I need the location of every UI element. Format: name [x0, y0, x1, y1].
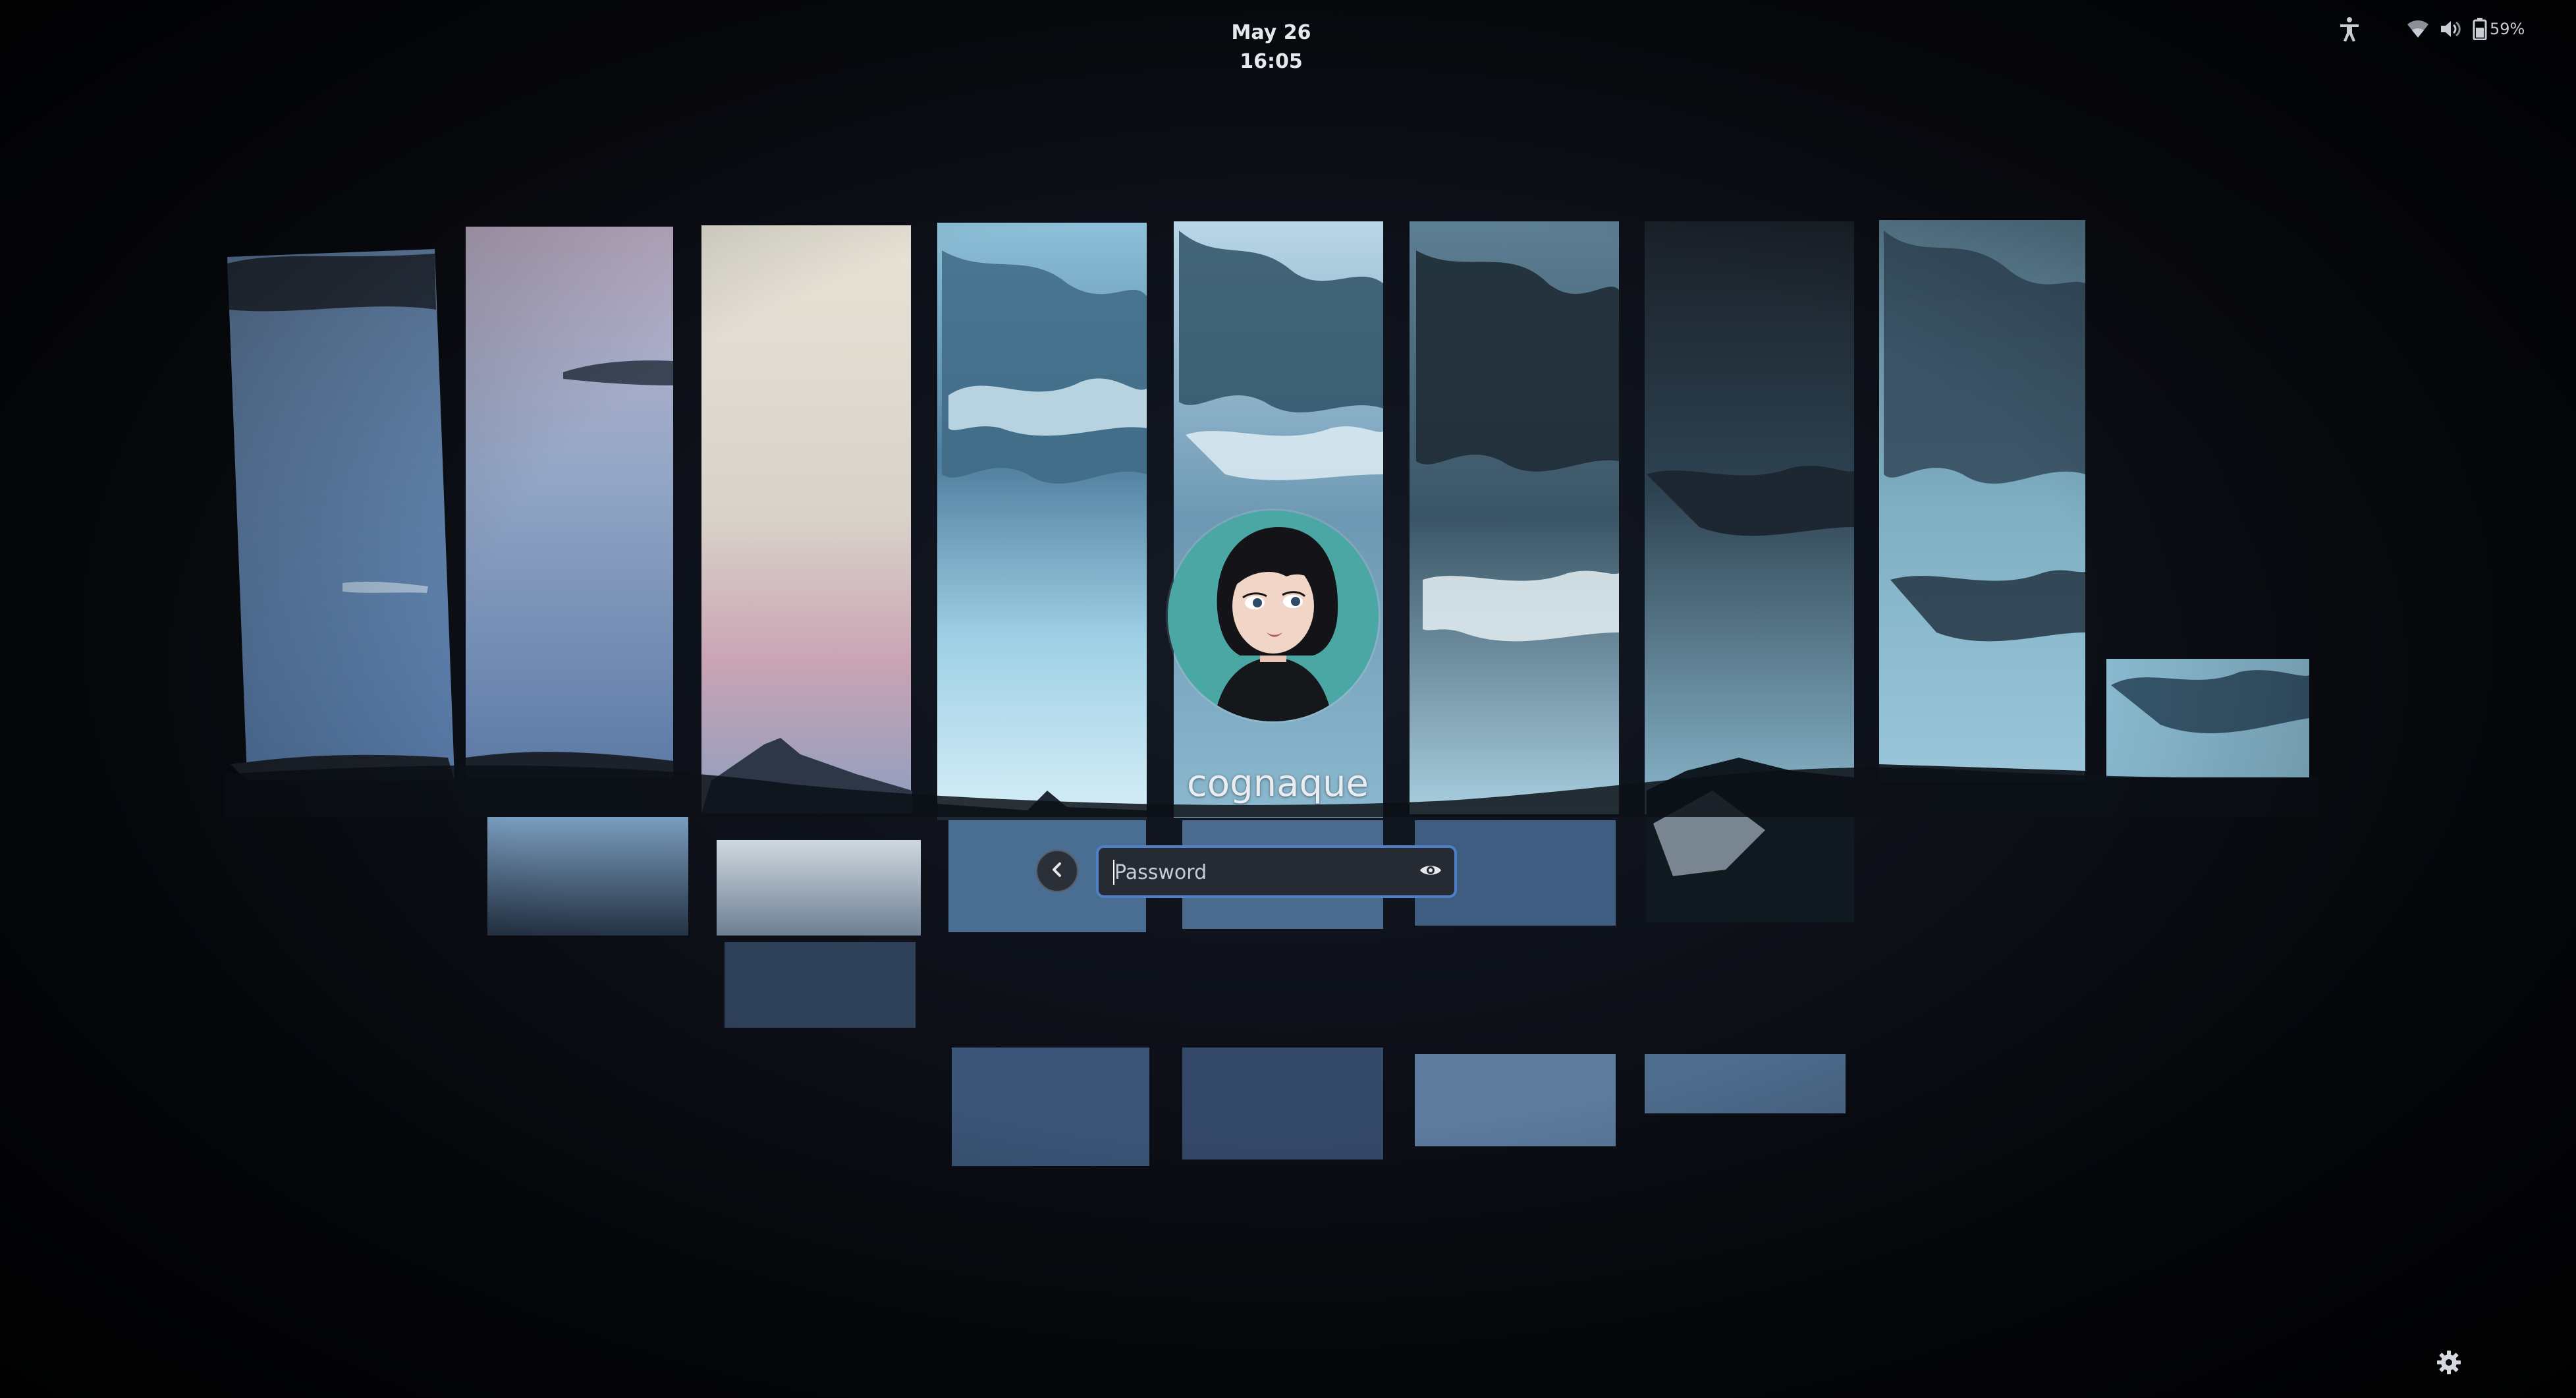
username-label: cognaque [1187, 762, 1369, 805]
text-cursor [1113, 860, 1114, 885]
password-input[interactable] [1113, 854, 1406, 890]
battery-icon [2473, 18, 2487, 40]
wallpaper-strip [1645, 221, 1854, 1113]
wallpaper-strip [466, 227, 688, 936]
wallpaper-strip [701, 225, 921, 1028]
battery-percentage: 59% [2490, 20, 2525, 38]
wallpaper-strip [2106, 659, 2309, 777]
chevron-left-icon [1049, 861, 1066, 881]
gear-icon [2436, 1349, 2462, 1379]
user-avatar [1168, 511, 1379, 721]
back-button[interactable] [1036, 850, 1078, 892]
wallpaper-strip [1410, 221, 1619, 1146]
eye-icon [1419, 862, 1442, 881]
system-menu[interactable]: 59% [2407, 14, 2558, 43]
volume-icon [2440, 19, 2462, 39]
session-settings-button[interactable] [2430, 1345, 2467, 1382]
wallpaper-strip [227, 249, 454, 781]
wallpaper-strip [937, 223, 1149, 1166]
accessibility-icon [2338, 16, 2361, 42]
password-field [1096, 845, 1457, 898]
reveal-password-button[interactable] [1416, 857, 1445, 886]
date-time[interactable]: May 26 16:05 [1205, 18, 1337, 73]
wallpaper-strip [1879, 220, 2085, 781]
accessibility-menu[interactable] [2338, 14, 2367, 43]
login-screen: May 26 16:05 59% cognaque [0, 0, 2576, 1398]
wifi-icon [2407, 19, 2429, 39]
top-bar: May 26 16:05 59% [0, 0, 2576, 73]
